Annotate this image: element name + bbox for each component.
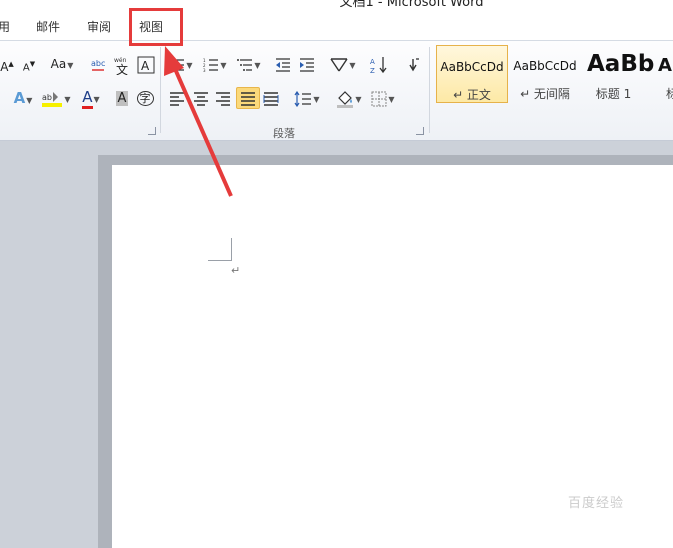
line-spacing-icon[interactable]: ▼ [292, 87, 322, 109]
style-label: ↵ 正文 [453, 88, 491, 102]
decrease-indent-icon[interactable] [272, 53, 294, 75]
highlight-color-button[interactable]: ab ▼ [40, 87, 72, 109]
paragraph-mark: ↵ [231, 264, 241, 277]
paragraph-dialog-launcher[interactable] [416, 127, 424, 135]
chinese-layout-icon[interactable]: ▼ [328, 53, 358, 75]
show-marks-icon[interactable] [402, 53, 424, 75]
svg-text:3: 3 [203, 68, 206, 72]
paragraph-group-label: 段落 [273, 127, 295, 140]
watermark: 百度经验 [568, 496, 625, 511]
grow-font-button[interactable]: A▲ [0, 53, 18, 75]
distributed-icon[interactable] [260, 87, 282, 109]
style-heading-2[interactable]: A 标 [656, 45, 673, 103]
tab-review[interactable]: 审阅 [87, 18, 111, 35]
font-color-button[interactable]: A▼ [76, 87, 106, 109]
svg-text:文: 文 [116, 62, 128, 75]
borders-icon[interactable]: ▼ [368, 87, 398, 109]
multilevel-list-icon[interactable]: ▼ [234, 53, 264, 75]
svg-text:ab: ab [42, 93, 52, 102]
document-page[interactable] [112, 165, 673, 548]
margin-corner-mark [208, 260, 232, 261]
font-dialog-launcher[interactable] [148, 127, 156, 135]
change-case-button[interactable]: Aa▼ [48, 53, 76, 75]
svg-text:Z: Z [370, 67, 375, 74]
svg-text:abc: abc [91, 59, 105, 68]
style-preview: AaBbCcDd [440, 60, 504, 74]
sort-icon[interactable]: AZ [368, 53, 390, 75]
align-left-icon[interactable] [166, 87, 188, 109]
enclose-characters-button[interactable]: 字 [134, 87, 156, 109]
increase-indent-icon[interactable] [296, 53, 318, 75]
align-right-icon[interactable] [212, 87, 234, 109]
justify-icon[interactable] [236, 87, 260, 109]
style-preview: AaBbCcDd [513, 59, 577, 73]
tab-mailings[interactable]: 邮件 [36, 18, 60, 35]
style-no-spacing[interactable]: AaBbCcDd ↵ 无间隔 [509, 45, 581, 103]
character-shading-button[interactable]: A [112, 87, 132, 109]
numbering-icon[interactable]: 1 2 3 ▼ [200, 53, 230, 75]
ribbon-tabs: 用 邮件 审阅 视图 [0, 8, 673, 40]
style-preview: A [658, 55, 672, 76]
margin-corner-mark [231, 238, 232, 260]
group-separator [429, 47, 430, 133]
clear-format-icon[interactable]: abc [88, 53, 110, 75]
character-border-icon[interactable]: A [136, 53, 156, 75]
phonetic-guide-icon[interactable]: wén 文 [112, 53, 134, 77]
align-center-icon[interactable] [190, 87, 212, 109]
window-title: 文档1 - Microsoft Word [339, 0, 484, 8]
group-separator [160, 47, 161, 133]
style-label: 标 [666, 87, 673, 101]
ribbon: A▲ A▼ Aa▼ abc wén 文 A A▼ ab ▼ A▼ A 字 ▼ 123… [0, 40, 673, 141]
bullets-icon[interactable]: ▼ [166, 53, 196, 75]
style-normal[interactable]: AaBbCcDd ↵ 正文 [436, 45, 508, 103]
highlight-box [129, 8, 183, 46]
shrink-font-button[interactable]: A▼ [20, 53, 38, 75]
style-label: ↵ 无间隔 [520, 87, 570, 101]
svg-text:A: A [370, 58, 375, 66]
title-bar: 文档1 - Microsoft Word [0, 0, 673, 8]
shading-paint-icon[interactable]: ▼ [334, 87, 364, 109]
svg-text:A: A [141, 59, 150, 73]
text-effects-button[interactable]: A▼ [8, 87, 38, 109]
tab-start[interactable]: 用 [0, 18, 10, 35]
